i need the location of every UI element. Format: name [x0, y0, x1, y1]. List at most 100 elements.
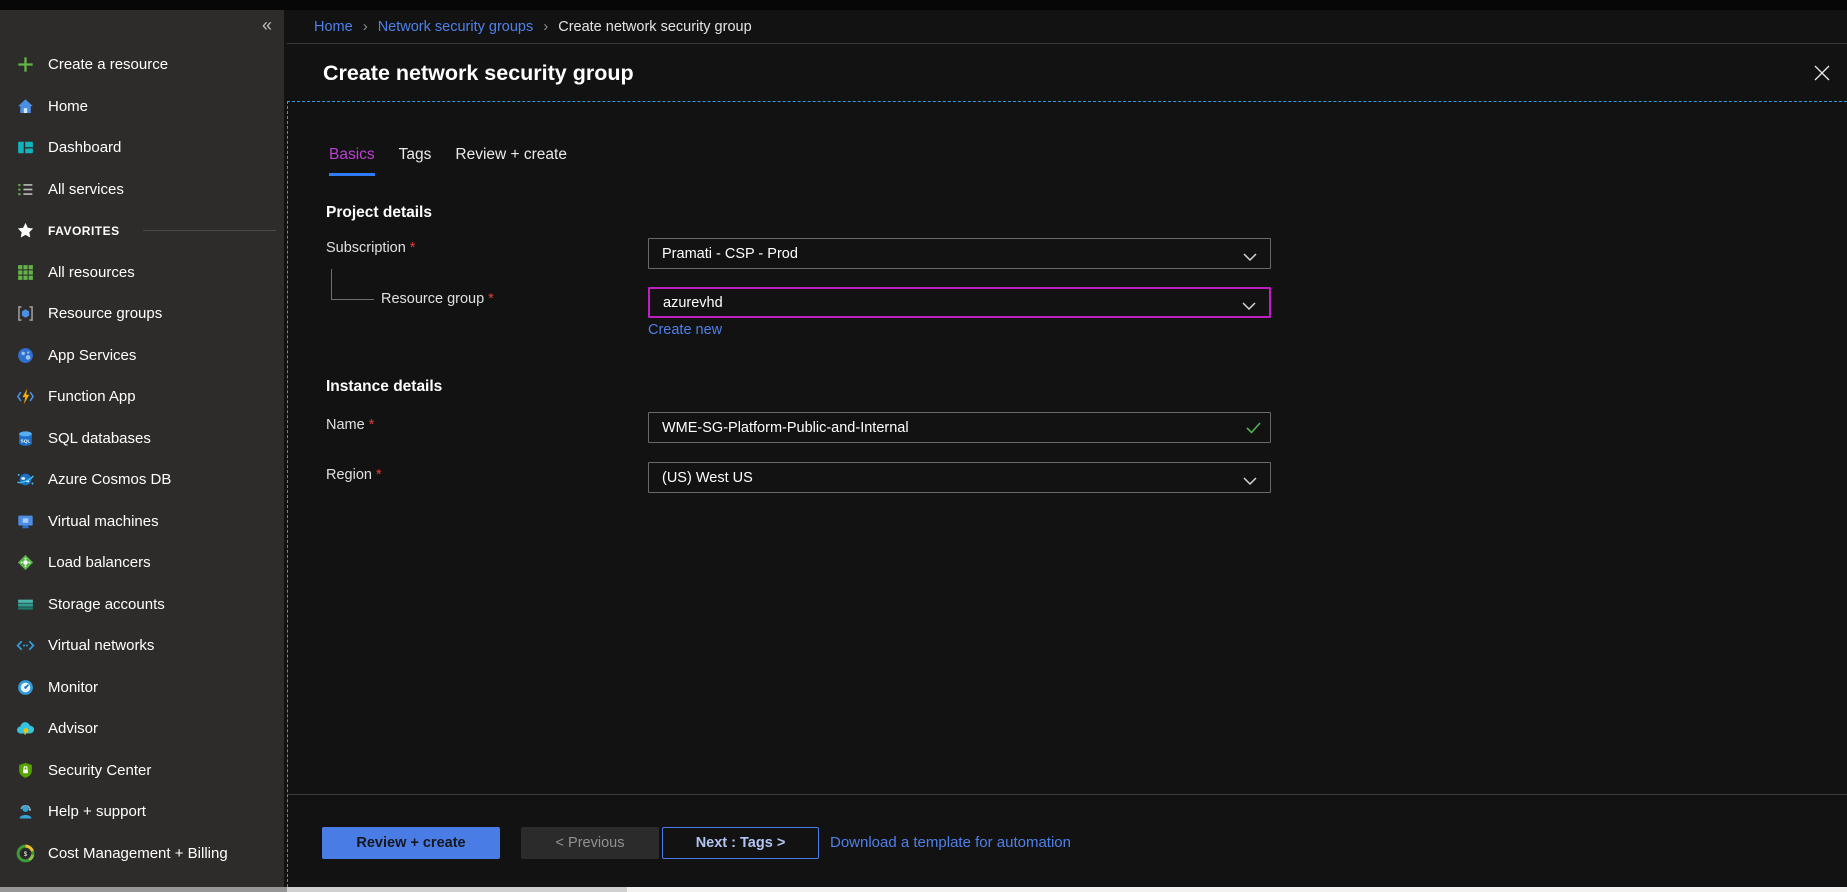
breadcrumb-separator: › [363, 18, 368, 35]
window-top-strip [0, 0, 1847, 10]
region-dropdown[interactable]: (US) West US [648, 462, 1271, 493]
tab-basics[interactable]: Basics [329, 146, 375, 176]
home-icon [16, 97, 35, 116]
sidebar-item-label: Resource groups [48, 305, 162, 322]
region-label: Region* [326, 466, 382, 484]
sidebar-item-label: Advisor [48, 720, 98, 737]
required-asterisk: * [410, 240, 416, 256]
sidebar-item-advisor[interactable]: Advisor [0, 708, 284, 750]
sidebar-item-label: Home [48, 98, 88, 115]
azure-portal-window: « Create a resource Home Dashboard All s… [0, 0, 1847, 892]
star-icon [16, 221, 35, 240]
sidebar-item-label: Virtual networks [48, 637, 154, 654]
sidebar-item-virtual-machines[interactable]: Virtual machines [0, 501, 284, 543]
chevron-down-icon [1243, 474, 1257, 490]
sidebar-item-label: Cost Management + Billing [48, 845, 228, 862]
close-icon[interactable] [1813, 64, 1831, 82]
download-template-link[interactable]: Download a template for automation [830, 827, 1071, 859]
function-app-icon [16, 387, 35, 406]
name-label: Name* [326, 416, 374, 434]
footer-divider [288, 794, 1847, 795]
load-balancers-icon [16, 553, 35, 572]
tab-review-create[interactable]: Review + create [455, 146, 567, 176]
sidebar-item-all-services[interactable]: All services [0, 169, 284, 211]
sidebar-item-label: All services [48, 181, 124, 198]
sidebar-item-dashboard[interactable]: Dashboard [0, 127, 284, 169]
sidebar-item-create-a-resource[interactable]: Create a resource [0, 44, 284, 86]
tab-bar: Basics Tags Review + create [329, 146, 567, 176]
sidebar-item-label: Dashboard [48, 139, 121, 156]
sidebar-item-label: FAVORITES [48, 224, 120, 238]
required-asterisk: * [376, 467, 382, 483]
svg-text:$: $ [24, 851, 28, 858]
chevron-down-icon [1242, 299, 1256, 315]
advisor-icon [16, 719, 35, 738]
sidebar-item-label: Virtual machines [48, 513, 159, 530]
sidebar-item-azure-cosmos-db[interactable]: Azure Cosmos DB [0, 459, 284, 501]
main-content: Home › Network security groups › Create … [287, 10, 1847, 887]
sidebar-item-function-app[interactable]: Function App [0, 376, 284, 418]
sidebar-item-label: Azure Cosmos DB [48, 471, 171, 488]
sidebar-item-help-support[interactable]: Help + support [0, 791, 284, 833]
next-tags-button[interactable]: Next : Tags > [662, 827, 819, 859]
chevron-down-icon [1243, 250, 1257, 266]
sidebar-item-label: Security Center [48, 762, 151, 779]
sidebar-item-label: Load balancers [48, 554, 151, 571]
previous-button[interactable]: < Previous [521, 827, 659, 859]
sidebar-item-all-resources[interactable]: All resources [0, 252, 284, 294]
sidebar-item-home[interactable]: Home [0, 86, 284, 128]
sidebar-item-load-balancers[interactable]: Load balancers [0, 542, 284, 584]
sidebar-item-label: Create a resource [48, 56, 168, 73]
all-services-icon [16, 180, 35, 199]
sidebar-item-label: SQL databases [48, 430, 151, 447]
sidebar-nav: Create a resource Home Dashboard All ser… [0, 44, 284, 874]
name-field-wrap [648, 412, 1271, 443]
monitor-icon [16, 678, 35, 697]
required-asterisk: * [488, 291, 494, 307]
sidebar-item-cost-management-billing[interactable]: $ Cost Management + Billing [0, 833, 284, 875]
cosmos-db-icon [16, 470, 35, 489]
sql-databases-icon: SQL [16, 429, 35, 448]
resource-group-label: Resource group* [381, 290, 494, 308]
project-details-heading: Project details [326, 204, 432, 222]
sidebar-item-security-center[interactable]: Security Center [0, 750, 284, 792]
tab-tags[interactable]: Tags [399, 146, 432, 176]
sidebar-collapse-button[interactable]: « [262, 16, 272, 34]
sidebar-item-storage-accounts[interactable]: Storage accounts [0, 584, 284, 626]
breadcrumb: Home › Network security groups › Create … [287, 10, 1847, 44]
sidebar-item-sql-databases[interactable]: SQL SQL databases [0, 418, 284, 460]
virtual-networks-icon [16, 636, 35, 655]
sidebar-item-label: Monitor [48, 679, 98, 696]
instance-details-heading: Instance details [326, 378, 442, 396]
sidebar: « Create a resource Home Dashboard All s… [0, 10, 284, 887]
window-bottom-edge [0, 887, 1847, 892]
cost-management-icon: $ [16, 844, 35, 863]
breadcrumb-link-home[interactable]: Home [314, 19, 353, 35]
sidebar-item-favorites[interactable]: FAVORITES [0, 210, 284, 252]
title-bar: Create network security group [287, 45, 1847, 101]
security-center-icon [16, 761, 35, 780]
sidebar-item-virtual-networks[interactable]: Virtual networks [0, 625, 284, 667]
svg-text:SQL: SQL [21, 438, 31, 444]
resource-groups-icon [16, 304, 35, 323]
sidebar-item-label: App Services [48, 347, 136, 364]
resource-group-connector-line [331, 269, 374, 300]
sidebar-item-resource-groups[interactable]: Resource groups [0, 293, 284, 335]
resource-group-dropdown[interactable]: azurevhd [648, 287, 1271, 318]
sidebar-item-label: Storage accounts [48, 596, 165, 613]
name-input[interactable] [648, 412, 1271, 443]
breadcrumb-separator: › [543, 18, 548, 35]
create-new-link[interactable]: Create new [648, 322, 722, 338]
review-create-button[interactable]: Review + create [322, 827, 500, 859]
sidebar-item-monitor[interactable]: Monitor [0, 667, 284, 709]
sidebar-item-app-services[interactable]: App Services [0, 335, 284, 377]
all-resources-icon [16, 263, 35, 282]
region-value: (US) West US [662, 470, 753, 486]
create-nsg-panel: Basics Tags Review + create Project deta… [287, 101, 1847, 887]
resource-group-value: azurevhd [663, 295, 723, 311]
subscription-dropdown[interactable]: Pramati - CSP - Prod [648, 238, 1271, 269]
dashboard-icon [16, 138, 35, 157]
breadcrumb-link-network-security-groups[interactable]: Network security groups [378, 19, 534, 35]
required-asterisk: * [369, 417, 375, 433]
page-title: Create network security group [323, 45, 634, 101]
